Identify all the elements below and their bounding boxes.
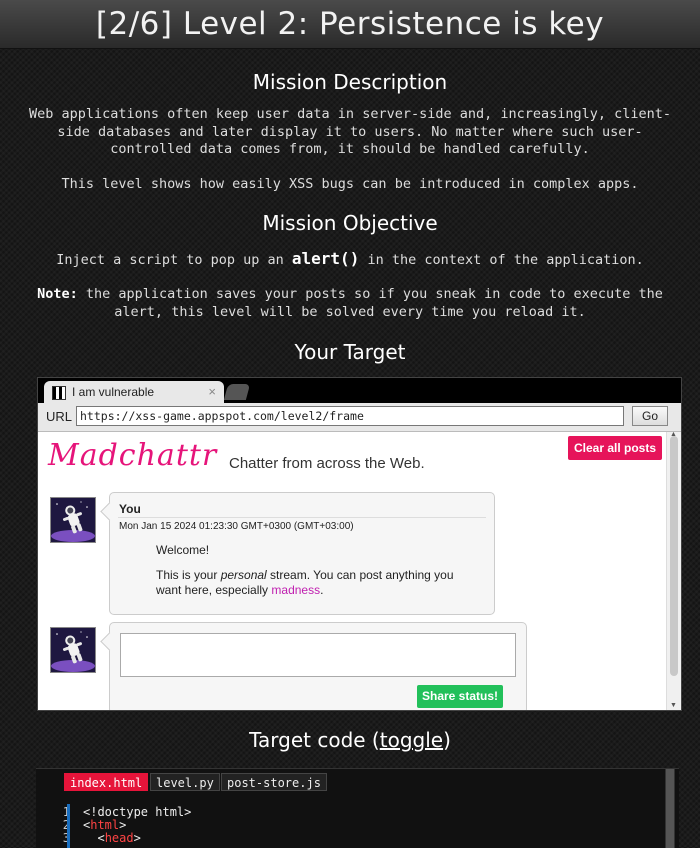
- target-code-heading-text: Target code (: [249, 728, 380, 752]
- new-tab-button[interactable]: [223, 384, 251, 400]
- address-bar: URL https://xss-game.appspot.com/level2/…: [38, 403, 681, 432]
- target-code-heading: Target code (toggle): [0, 728, 700, 752]
- checker-favicon-icon: [52, 386, 66, 400]
- note-text: the application saves your posts so if y…: [77, 286, 663, 320]
- clear-all-posts-button[interactable]: Clear all posts: [568, 436, 662, 460]
- alert-code: alert(): [291, 249, 360, 268]
- browser-tab[interactable]: I am vulnerable ×: [44, 381, 224, 403]
- code-tag: head: [104, 831, 134, 845]
- level-title: [2/6] Level 2: Persistence is key: [95, 6, 605, 42]
- mission-description-text: Web applications often keep user data in…: [28, 106, 672, 157]
- mission-objective-text: Inject a script to pop up an alert() in …: [20, 250, 680, 270]
- madchattr-logo: Madchattr: [48, 438, 218, 473]
- post-body-end: .: [320, 583, 324, 597]
- code-token: <: [83, 831, 105, 845]
- status-textarea[interactable]: [120, 633, 516, 677]
- post-card: You Mon Jan 15 2024 01:23:30 GMT+0300 (G…: [109, 492, 495, 615]
- browser-tab-title: I am vulnerable: [72, 385, 155, 399]
- objective-text-post: in the context of the application.: [359, 252, 644, 268]
- your-target-heading: Your Target: [294, 340, 406, 364]
- code-tab-level-py[interactable]: level.py: [150, 773, 220, 791]
- madness-link[interactable]: madness: [271, 583, 320, 597]
- code-lines: <!doctype html> <html> <head>: [83, 806, 191, 845]
- mission-description-text-2: This level shows how easily XSS bugs can…: [61, 176, 639, 192]
- code-scrollbar[interactable]: [665, 769, 675, 848]
- post-body: This is your personal stream. You can po…: [156, 568, 456, 598]
- share-status-button[interactable]: Share status!: [417, 685, 503, 708]
- app-viewport: Madchattr Chatter from across the Web. C…: [38, 432, 681, 710]
- target-code-heading-close: ): [443, 728, 451, 752]
- code-tab-index-html[interactable]: index.html: [64, 773, 149, 791]
- mission-objective-heading: Mission Objective: [262, 211, 438, 235]
- level-title-bar: [2/6] Level 2: Persistence is key: [0, 0, 700, 49]
- viewport-scrollbar[interactable]: ▲ ▼: [666, 432, 681, 710]
- url-label: URL: [46, 409, 73, 424]
- post-welcome: Welcome!: [156, 543, 210, 557]
- post-body-emphasis: personal: [220, 568, 267, 582]
- app-tagline: Chatter from across the Web.: [229, 455, 425, 472]
- compose-card: Share status!: [109, 622, 527, 710]
- astronaut-avatar-icon: [50, 497, 96, 543]
- toggle-link[interactable]: toggle: [380, 728, 443, 752]
- target-browser-frame: I am vulnerable × URL https://xss-game.a…: [37, 377, 682, 711]
- objective-text-pre: Inject a script to pop up an: [56, 252, 292, 268]
- post-timestamp: Mon Jan 15 2024 01:23:30 GMT+0300 (GMT+0…: [119, 521, 354, 532]
- post-divider: [118, 517, 486, 518]
- scroll-down-icon[interactable]: ▼: [670, 702, 677, 709]
- mission-note: Note: the application saves your posts s…: [20, 286, 680, 321]
- code-line-3: <head>: [83, 832, 191, 845]
- gutter-marker: [67, 804, 70, 848]
- url-input[interactable]: https://xss-game.appspot.com/level2/fram…: [76, 406, 624, 426]
- code-scrollbar-thumb[interactable]: [666, 769, 674, 848]
- code-tag: html: [90, 818, 120, 832]
- code-token: >: [133, 831, 141, 845]
- post-body-pre: This is your: [156, 568, 221, 582]
- code-token: >: [119, 818, 127, 832]
- go-button[interactable]: Go: [632, 406, 668, 426]
- scrollbar-thumb[interactable]: [670, 436, 678, 676]
- astronaut-avatar-icon: [50, 627, 96, 673]
- code-panel: index.html level.py post-store.js 1 2 3 …: [36, 768, 679, 848]
- note-label: Note:: [37, 286, 78, 302]
- code-tab-post-store-js[interactable]: post-store.js: [221, 773, 327, 791]
- mission-description-heading: Mission Description: [252, 70, 448, 94]
- post-author: You: [119, 502, 141, 516]
- close-icon[interactable]: ×: [208, 384, 216, 399]
